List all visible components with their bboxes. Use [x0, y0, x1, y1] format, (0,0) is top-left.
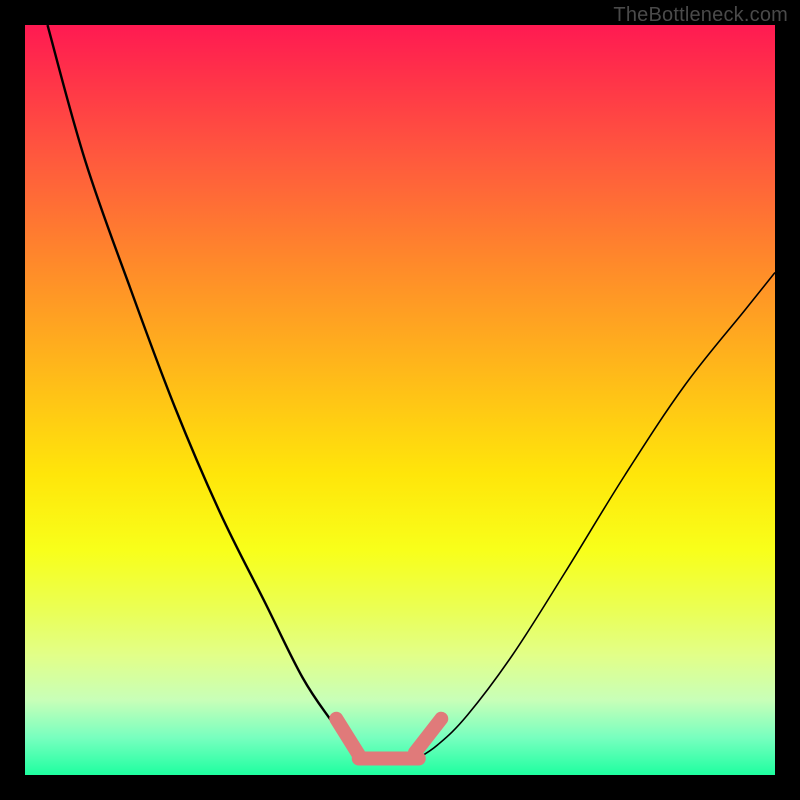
- series-left-curve: [48, 25, 363, 760]
- series-trough-marker-right: [415, 719, 441, 753]
- curve-layer: [25, 25, 775, 775]
- watermark-text: TheBottleneck.com: [613, 4, 788, 27]
- series-trough-marker-left: [336, 719, 359, 755]
- series-right-curve: [415, 273, 775, 761]
